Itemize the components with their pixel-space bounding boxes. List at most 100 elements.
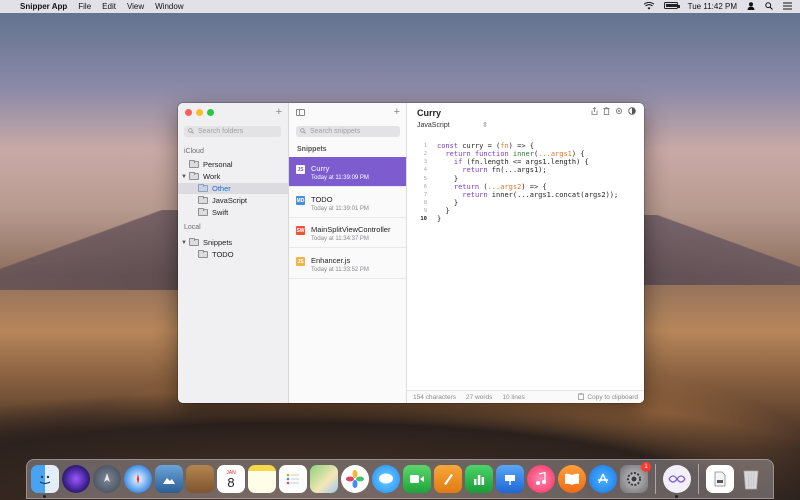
gear-icon[interactable] [615,107,623,117]
snippet-date: Today at 11:39:01 PM [311,206,369,212]
snippets-header: Snippets [297,146,327,153]
folder-javascript[interactable]: JavaScript [198,195,288,206]
reminders-icon[interactable] [279,465,307,493]
folder-label: TODO [212,250,234,259]
close-window-button[interactable] [185,109,192,116]
disclosure-open-icon[interactable]: ▼ [181,174,189,180]
notification-center-icon[interactable] [783,2,792,12]
appearance-toggle-icon[interactable] [628,107,636,117]
trash-icon[interactable] [603,107,610,117]
photos-icon[interactable] [341,465,369,493]
language-select[interactable]: JavaScript [417,122,450,129]
menu-file[interactable]: File [78,2,91,11]
line-number: 1 [423,143,427,149]
folder-label: Swift [212,208,229,217]
pages-icon[interactable] [434,465,462,493]
calendar-icon[interactable]: JAN 8 [217,465,245,493]
folders-search-input[interactable]: Search folders [184,126,281,137]
code-line: 1 const curry = (fn) => { [417,142,618,150]
trash-icon[interactable] [737,465,765,493]
app-menu[interactable]: Snipper App [20,2,67,11]
wallpaper-mountain-left [0,210,180,290]
launchpad-icon[interactable] [93,465,121,493]
zoom-window-button[interactable] [207,109,214,116]
wifi-icon[interactable] [643,1,654,12]
local-section-label: Local [184,224,201,231]
menu-view[interactable]: View [127,2,144,11]
snippet-title-field[interactable]: Curry [417,108,441,118]
keynote-icon[interactable] [496,465,524,493]
snippets-search-placeholder: Search snippets [310,128,361,135]
calendar-day: 8 [227,474,235,490]
clipboard-icon [578,392,585,402]
safari-icon[interactable] [124,465,152,493]
javascript-file-icon: JS [296,257,305,266]
photo-browser-icon[interactable] [155,465,183,493]
music-icon[interactable] [527,465,555,493]
menubar-clock[interactable]: Tue 11:42 PM [688,2,737,11]
line-number: 7 [423,191,427,198]
folder-label: JavaScript [212,196,248,205]
folder-work[interactable]: ▼ Work [181,171,289,182]
finder-icon[interactable] [31,465,59,498]
code-line: 2 return function inner(...args1) { [417,150,618,158]
snippet-date: Today at 11:39:09 PM [311,175,369,181]
folder-snippets[interactable]: ▼ Snippets [181,237,289,248]
add-folder-icon[interactable]: + [276,106,282,118]
notes-icon[interactable] [248,465,276,493]
facetime-icon[interactable] [403,465,431,493]
user-icon[interactable] [747,1,755,12]
snippet-date: Today at 11:34:37 PM [311,236,369,242]
code-line: 5 } [417,175,618,183]
code-line: 7 return inner(...args1.concat(args2)); [417,191,619,199]
battery-icon[interactable] [663,2,680,11]
line-number: 10 [420,216,427,223]
messages-icon[interactable] [372,465,400,493]
snippet-item-curry[interactable]: JS Curry Today at 11:39:09 PM [289,157,406,187]
snippets-search-input[interactable]: Search snippets [296,126,400,137]
javascript-file-icon: JS [296,165,305,174]
system-preferences-icon[interactable]: 1 [620,462,651,493]
line-number: 4 [423,167,427,174]
editor-status-bar: 154 characters 27 words 10 lines Copy to… [407,390,644,403]
chevron-updown-icon[interactable]: ⇳ [482,121,488,129]
menu-edit[interactable]: Edit [102,2,116,11]
line-number: 5 [423,175,427,182]
folder-personal[interactable]: Personal [181,159,289,170]
search-icon [188,127,194,136]
wallpaper-mountain-right [640,215,800,285]
snipper-icon[interactable] [663,465,691,498]
numbers-icon[interactable] [465,465,493,493]
menu-window[interactable]: Window [155,2,183,11]
code-editor[interactable]: 1 const curry = (fn) => { 2 return functi… [417,142,618,223]
code-line: 4 return fn(...args1); [417,166,618,174]
downloads-icon[interactable] [706,465,734,493]
editor-pane: Curry JavaScript ⇳ 1 const curry = (fn) =… [407,103,644,403]
snippet-item-mainsplitviewcontroller[interactable]: SW MainSplitViewController Today at 11:3… [289,218,406,248]
siri-icon[interactable] [62,465,90,493]
add-snippet-icon[interactable]: + [394,106,400,118]
minimize-window-button[interactable] [196,109,203,116]
editor-toolbar [591,106,636,117]
app-store-icon[interactable] [589,465,617,493]
menu-bar: Snipper App File Edit View Window Tue 11… [0,0,800,13]
folder-icon [198,195,208,204]
icloud-section-label: iCloud [184,148,204,155]
contacts-icon[interactable] [186,465,214,493]
folder-todo[interactable]: TODO [198,249,288,260]
folder-other[interactable]: Other [178,183,289,194]
books-icon[interactable] [558,465,586,493]
dock-separator [698,464,699,494]
disclosure-open-icon[interactable]: ▼ [181,240,189,246]
folder-icon [198,249,208,258]
maps-icon[interactable] [310,465,338,493]
snippet-item-todo[interactable]: MD TODO Today at 11:39:01 PM [289,188,406,218]
copy-to-clipboard-button[interactable]: Copy to clipboard [578,392,638,402]
folder-swift[interactable]: Swift [198,207,288,218]
line-number: 9 [423,208,427,215]
share-icon[interactable] [591,106,598,117]
spotlight-icon[interactable] [765,1,773,12]
snippet-date: Today at 11:33:52 PM [311,267,369,273]
sidebar-toggle-icon[interactable] [296,109,305,116]
snippet-item-enhancer[interactable]: JS Enhancer.js Today at 11:33:52 PM [289,249,406,279]
